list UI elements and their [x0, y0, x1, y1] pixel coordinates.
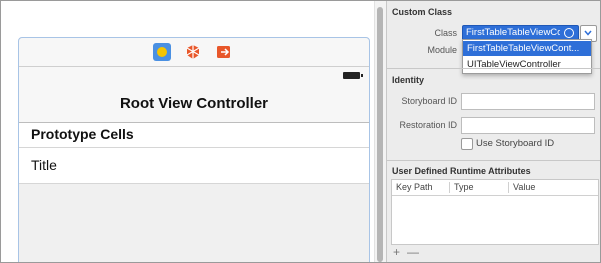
suggestion-item-selected[interactable]: FirstTableTableViewCont...: [463, 41, 591, 56]
column-header-key-path[interactable]: Key Path: [396, 180, 433, 195]
add-attribute-button[interactable]: +: [393, 246, 400, 258]
app-window: Root View Controller Prototype Cells Tit…: [0, 0, 601, 263]
runtime-attributes-table[interactable]: Key Path Type Value: [391, 179, 599, 245]
use-storyboard-id-label: Use Storyboard ID: [476, 138, 555, 149]
class-label: Class: [434, 28, 457, 38]
custom-class-section-title: Custom Class: [392, 7, 453, 17]
navigation-title[interactable]: Root View Controller: [19, 95, 369, 112]
scrollbar-thumb[interactable]: [377, 7, 383, 262]
table-view-controller-scene[interactable]: Root View Controller Prototype Cells Tit…: [18, 37, 370, 262]
column-header-value[interactable]: Value: [513, 180, 535, 195]
class-field-value: FirstTableTableViewCo: [466, 27, 560, 38]
remove-attribute-button[interactable]: —: [407, 246, 419, 258]
scene-dock: [19, 38, 369, 67]
restoration-id-label: Restoration ID: [399, 120, 457, 130]
section-header-label: Prototype Cells: [31, 126, 134, 142]
storyboard-id-field[interactable]: [461, 93, 595, 110]
first-responder-icon[interactable]: [184, 43, 202, 61]
status-bar: [19, 67, 369, 85]
exit-icon[interactable]: [215, 43, 233, 61]
clear-icon[interactable]: [564, 28, 574, 38]
battery-icon: [343, 72, 363, 79]
chevron-down-icon: [584, 30, 592, 36]
storyboard-id-label: Storyboard ID: [401, 96, 457, 106]
prototype-cell[interactable]: Title: [19, 148, 369, 184]
restoration-id-field[interactable]: [461, 117, 595, 134]
section-divider: [387, 160, 600, 161]
table-section-header[interactable]: Prototype Cells: [19, 123, 369, 148]
identity-inspector: Custom Class Class FirstTableTableViewCo…: [386, 1, 600, 262]
view-controller-icon[interactable]: [153, 43, 171, 61]
suggestion-item[interactable]: UITableViewController: [463, 57, 591, 72]
section-divider: [387, 68, 600, 69]
storyboard-canvas[interactable]: Root View Controller Prototype Cells Tit…: [1, 1, 372, 262]
runtime-attributes-section-title: User Defined Runtime Attributes: [392, 166, 531, 176]
navigation-bar[interactable]: Root View Controller: [19, 85, 369, 123]
column-header-type[interactable]: Type: [454, 180, 474, 195]
identity-section-title: Identity: [392, 75, 425, 85]
canvas-vertical-scrollbar[interactable]: [374, 1, 386, 262]
cell-title-label: Title: [31, 157, 57, 173]
module-label: Module: [427, 45, 457, 55]
use-storyboard-id-checkbox[interactable]: [461, 138, 473, 150]
